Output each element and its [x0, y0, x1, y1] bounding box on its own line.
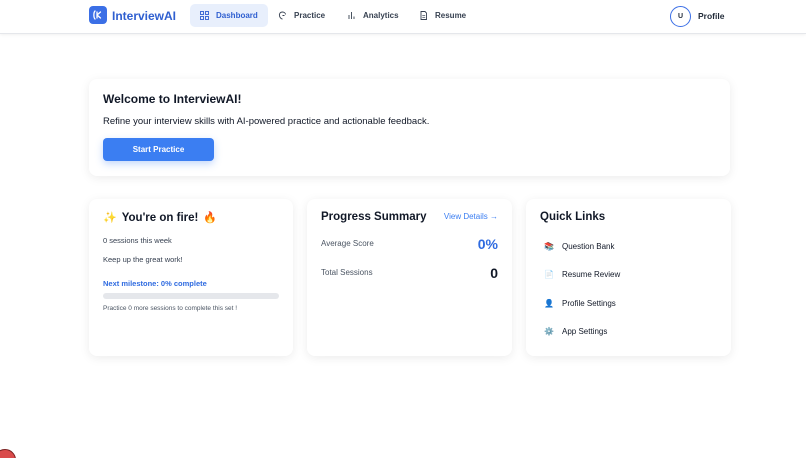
- quick-link-label: App Settings: [562, 326, 608, 336]
- quick-link-app-settings[interactable]: ⚙️ App Settings: [544, 324, 607, 338]
- nav-analytics-label: Analytics: [363, 11, 399, 20]
- top-navbar: InterviewAI Dashboard Practice Analytics…: [0, 0, 806, 34]
- quick-links-card: Quick Links 📚 Question Bank 📄 Resume Rev…: [526, 199, 731, 356]
- streak-card: ✨ You're on fire! 🔥 0 sessions this week…: [89, 199, 293, 356]
- document-icon: [419, 11, 428, 20]
- app-name[interactable]: InterviewAI: [112, 9, 176, 23]
- gear-icon: ⚙️: [544, 326, 554, 336]
- quick-link-label: Question Bank: [562, 241, 615, 251]
- floating-widget-button[interactable]: [0, 449, 16, 458]
- start-practice-button[interactable]: Start Practice: [103, 138, 214, 161]
- milestone-label: Next milestone: 0% complete: [103, 279, 207, 288]
- user-icon: 👤: [544, 298, 554, 308]
- total-sessions-label: Total Sessions: [321, 268, 373, 277]
- page-icon: 📄: [544, 269, 554, 279]
- quick-link-label: Profile Settings: [562, 298, 616, 308]
- average-score-value: 0%: [477, 236, 498, 252]
- view-details-link[interactable]: View Details →: [444, 212, 498, 221]
- welcome-title: Welcome to InterviewAI!: [103, 92, 242, 106]
- profile-link[interactable]: Profile: [698, 11, 724, 21]
- streak-title-row: ✨ You're on fire! 🔥: [103, 211, 218, 225]
- total-sessions-value: 0: [490, 265, 498, 281]
- fire-icon: 🔥: [203, 212, 218, 224]
- nav-analytics[interactable]: Analytics: [337, 4, 409, 27]
- progress-summary-card: Progress Summary View Details → Average …: [307, 199, 512, 356]
- quick-link-question-bank[interactable]: 📚 Question Bank: [544, 239, 614, 253]
- encouragement-text: Keep up the great work!: [103, 255, 183, 264]
- streak-title: You're on fire!: [121, 211, 199, 224]
- welcome-card: Welcome to InterviewAI! Refine your inte…: [89, 79, 730, 176]
- nav-practice[interactable]: Practice: [268, 4, 335, 27]
- sessions-this-week: 0 sessions this week: [103, 236, 172, 245]
- quick-links-title: Quick Links: [540, 211, 606, 223]
- progress-summary-title: Progress Summary: [321, 211, 427, 223]
- brain-icon: [278, 11, 287, 20]
- nav-practice-label: Practice: [294, 11, 326, 20]
- nav-resume-label: Resume: [435, 11, 467, 20]
- nav-dashboard[interactable]: Dashboard: [190, 4, 268, 27]
- nav-resume[interactable]: Resume: [409, 4, 476, 27]
- books-icon: 📚: [544, 241, 554, 251]
- sparkle-icon: ✨: [103, 212, 117, 224]
- avatar[interactable]: U: [670, 6, 691, 27]
- milestone-note: Practice 0 more sessions to complete thi…: [103, 305, 238, 312]
- milestone-progress-bar: [103, 293, 279, 299]
- average-score-label: Average Score: [321, 239, 374, 248]
- logo-icon[interactable]: [89, 6, 107, 24]
- welcome-subtitle: Refine your interview skills with AI-pow…: [103, 116, 430, 127]
- bar-chart-icon: [347, 11, 356, 20]
- quick-link-resume-review[interactable]: 📄 Resume Review: [544, 267, 620, 281]
- grid-icon: [200, 11, 209, 20]
- quick-link-label: Resume Review: [562, 269, 621, 279]
- nav-dashboard-label: Dashboard: [216, 11, 258, 20]
- quick-link-profile-settings[interactable]: 👤 Profile Settings: [544, 296, 616, 310]
